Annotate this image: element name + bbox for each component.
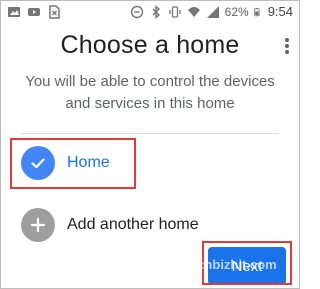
battery-percent: 62%: [224, 5, 249, 19]
bluetooth-icon: [152, 5, 160, 19]
description-line-2: and services in this home: [65, 95, 235, 112]
overflow-menu-icon[interactable]: [284, 37, 290, 55]
status-right-icons: 62% 9:54: [130, 4, 293, 20]
wifi-icon: [187, 7, 200, 17]
screen-frame: 62% 9:54 Choose a home You will be able …: [0, 0, 300, 289]
highlight-box-home: [10, 138, 136, 189]
youtube-icon: [28, 8, 40, 16]
status-left-icons: [7, 5, 61, 19]
add-another-home-label: Add another home: [67, 216, 199, 233]
dnd-icon: [130, 5, 143, 19]
battery-icon: [253, 8, 260, 17]
divider: [21, 133, 279, 134]
page-title: Choose a home: [60, 31, 240, 59]
status-time: 9:54: [267, 4, 293, 19]
page-description: You will be able to control the devices …: [1, 71, 299, 115]
watermark: Techbizhit.com: [183, 257, 277, 272]
status-bar: 62% 9:54: [1, 1, 299, 23]
description-line-1: You will be able to control the devices: [25, 73, 275, 90]
image-icon: [8, 7, 20, 17]
cell-signal-icon: [206, 6, 219, 18]
plus-icon: [21, 208, 55, 242]
vibrate-icon: [169, 6, 181, 18]
add-another-home-button[interactable]: Add another home: [21, 205, 279, 245]
sim-card-icon: [49, 5, 60, 19]
